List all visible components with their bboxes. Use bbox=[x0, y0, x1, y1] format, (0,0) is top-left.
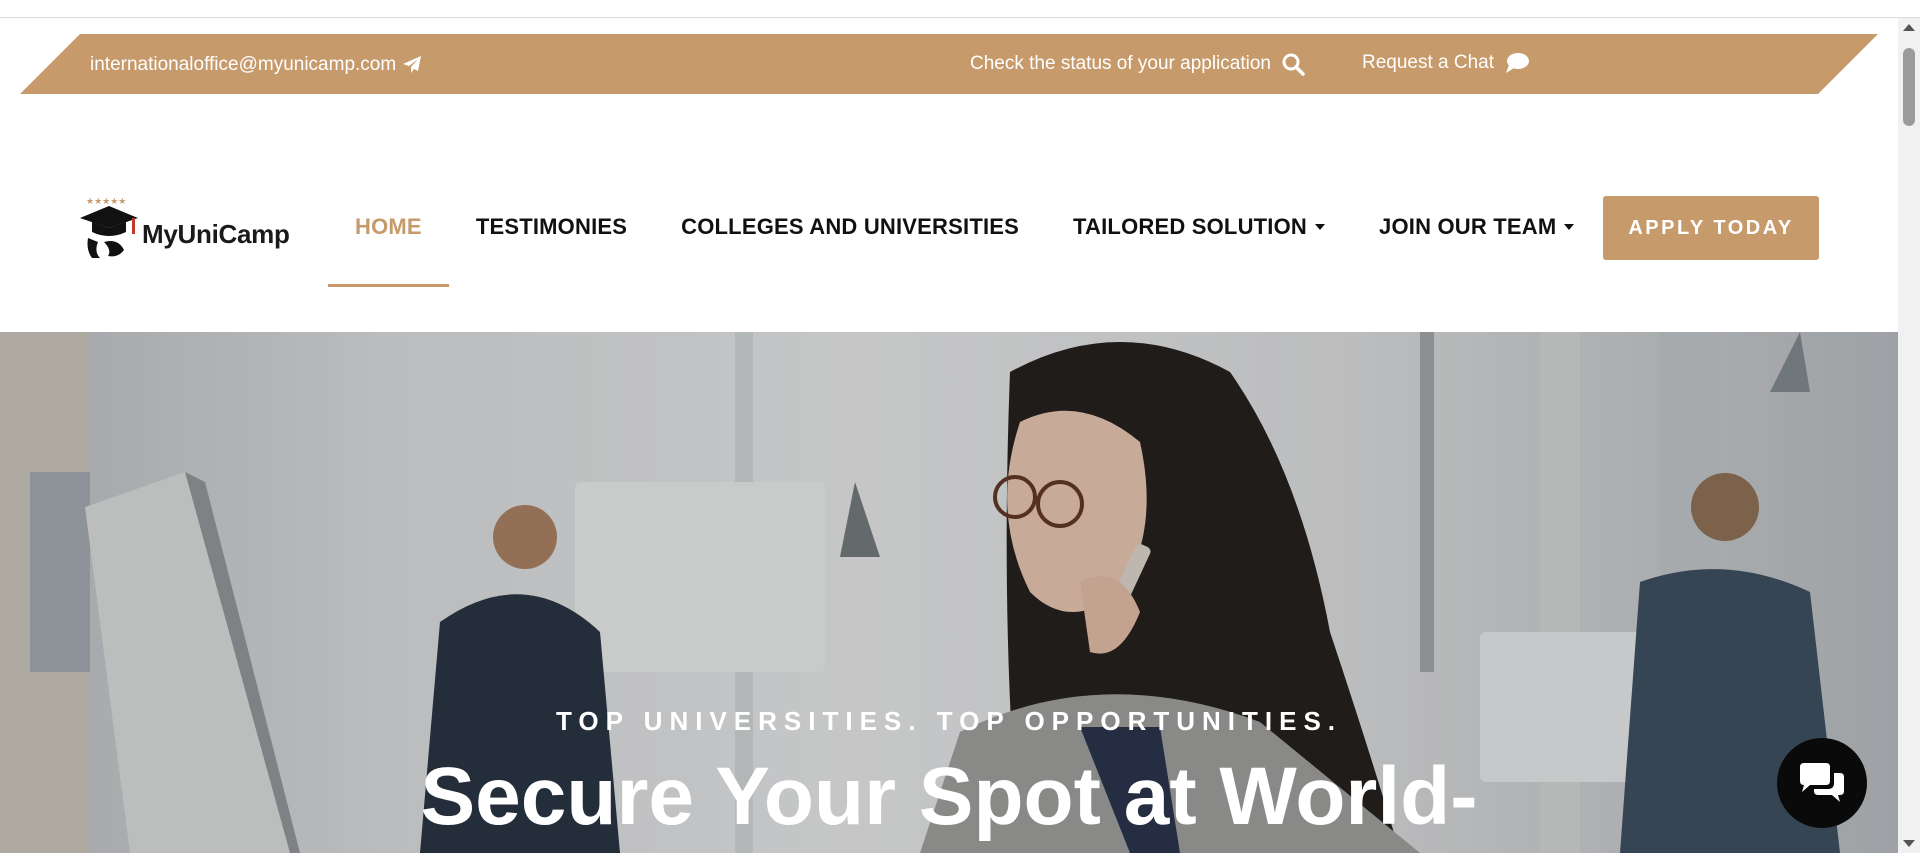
hero-banner: TOP UNIVERSITIES. TOP OPPORTUNITIES. Sec… bbox=[0, 332, 1898, 853]
nav-colleges-and-universities[interactable]: COLLEGES AND UNIVERSITIES bbox=[654, 214, 1046, 240]
scrollbar-thumb[interactable] bbox=[1903, 48, 1915, 126]
nav-join-our-team-label: JOIN OUR TEAM bbox=[1379, 214, 1557, 239]
contact-ribbon: internationaloffice@myunicamp.com Check … bbox=[20, 34, 1878, 94]
apply-today-button[interactable]: APPLY TODAY bbox=[1603, 196, 1819, 260]
brand-name: MyUniCamp bbox=[142, 218, 290, 249]
live-chat-button[interactable] bbox=[1777, 738, 1867, 828]
page-scrollbar[interactable] bbox=[1898, 18, 1920, 853]
chat-bubbles-icon bbox=[1800, 763, 1844, 802]
nav-testimonies[interactable]: TESTIMONIES bbox=[449, 214, 654, 240]
check-status-text: Check the status of your application bbox=[970, 53, 1272, 74]
email-text: internationaloffice@myunicamp.com bbox=[90, 54, 397, 75]
nav-home-label: HOME bbox=[355, 214, 422, 239]
request-chat-link[interactable]: Request a Chat bbox=[1362, 52, 1530, 74]
page: internationaloffice@myunicamp.com Check … bbox=[0, 0, 1920, 853]
check-status-link[interactable]: Check the status of your application bbox=[970, 52, 1305, 76]
nav-tailored-solution-label: TAILORED SOLUTION bbox=[1073, 214, 1308, 239]
paper-plane-icon bbox=[402, 55, 422, 75]
nav-join-our-team-dropdown[interactable]: JOIN OUR TEAM bbox=[1352, 214, 1601, 240]
scroll-up-arrow-icon[interactable] bbox=[1903, 24, 1915, 31]
search-icon bbox=[1281, 52, 1305, 76]
nav-colleges-label: COLLEGES AND UNIVERSITIES bbox=[681, 214, 1020, 239]
comment-icon bbox=[1504, 52, 1530, 74]
browser-top-edge bbox=[0, 0, 1920, 18]
nav-tailored-solution-dropdown[interactable]: TAILORED SOLUTION bbox=[1046, 214, 1352, 240]
caret-down-icon bbox=[1564, 224, 1575, 230]
scroll-down-arrow-icon[interactable] bbox=[1903, 840, 1915, 847]
hero-title: Secure Your Spot at World- bbox=[420, 751, 1478, 842]
nav-home[interactable]: HOME bbox=[328, 214, 449, 287]
email-link[interactable]: internationaloffice@myunicamp.com bbox=[90, 54, 422, 76]
nav-testimonies-label: TESTIMONIES bbox=[475, 214, 628, 239]
brand-logo[interactable]: ★★★★★ MyUniCamp bbox=[78, 194, 290, 260]
main-navbar: ★★★★★ MyUniCamp HOME TESTIMONIES COLLEGE… bbox=[0, 94, 1898, 332]
graduation-cap-logo: ★★★★★ bbox=[80, 196, 138, 258]
hero-tagline: TOP UNIVERSITIES. TOP OPPORTUNITIES. bbox=[555, 706, 1343, 736]
primary-nav: HOME TESTIMONIES COLLEGES AND UNIVERSITI… bbox=[328, 214, 1601, 287]
caret-down-icon bbox=[1315, 224, 1326, 230]
svg-text:★★★★★: ★★★★★ bbox=[86, 196, 126, 206]
request-chat-text: Request a Chat bbox=[1362, 52, 1495, 73]
